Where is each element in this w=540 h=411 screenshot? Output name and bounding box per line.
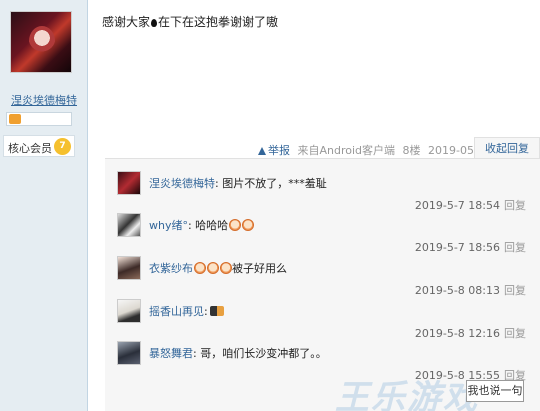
comment-username[interactable]: why绪° — [149, 219, 188, 232]
comment-item: why绪°: 哈哈哈 2019-5-7 18:56 回复 — [105, 213, 540, 257]
comment-username[interactable]: 暴怒舞君 — [149, 347, 193, 360]
droplet-icon — [151, 18, 158, 27]
comment-time-row: 2019-5-8 12:16 回复 — [415, 325, 526, 341]
comment-reply-link[interactable]: 回复 — [504, 241, 526, 254]
author-avatar[interactable] — [10, 11, 72, 73]
comment-reply-link[interactable]: 回复 — [504, 327, 526, 340]
comment-text: 被子好用么 — [232, 262, 287, 275]
comment-item: 摇香山再见: 2019-5-8 12:16 回复 — [105, 299, 540, 343]
comment-item: 衣紫纱布 被子好用么 2019-5-8 08:13 回复 — [105, 256, 540, 300]
medal-icon — [9, 114, 21, 124]
write-reply-button[interactable]: 我也说一句 — [466, 380, 524, 402]
comment-time: 2019-5-8 08:13 — [414, 284, 500, 297]
comment-line: 衣紫纱布 被子好用么 — [149, 260, 287, 276]
level-badge-icon: 7 — [54, 138, 71, 155]
comment-avatar[interactable] — [117, 341, 141, 365]
comment-line: 摇香山再见: — [149, 303, 224, 319]
comment-item: 涅炎埃德梅特: 图片不放了，***羞耻 2019-5-7 18:54 回复 — [105, 171, 540, 215]
comment-text: : — [204, 305, 208, 318]
comment-username[interactable]: 衣紫纱布 — [149, 262, 193, 275]
emoji-icon — [207, 262, 219, 274]
warning-icon — [258, 147, 266, 155]
emoji-icon — [242, 219, 255, 231]
emoji-icon — [194, 262, 206, 274]
user-group-box: 核心会员 7 — [3, 135, 75, 157]
post-content: 感谢大家 在下在这抱拳谢谢了嗷 — [102, 13, 278, 30]
comment-text: : 哥，咱们长沙变冲都了。。 — [193, 347, 327, 360]
author-username[interactable]: 涅炎埃德梅特 — [8, 92, 80, 108]
comment-avatar[interactable] — [117, 171, 141, 195]
comment-reply-link[interactable]: 回复 — [504, 199, 526, 212]
emoji-icon — [229, 219, 242, 231]
user-group-label: 核心会员 — [8, 142, 52, 155]
comment-line: why绪°: 哈哈哈 — [149, 217, 255, 233]
collapse-replies-button[interactable]: 收起回复 — [474, 137, 540, 159]
comment-reply-link[interactable]: 回复 — [504, 284, 526, 297]
post-source: 来自Android客户端 — [297, 144, 396, 157]
comment-line: 涅炎埃德梅特: 图片不放了，***羞耻 — [149, 175, 327, 191]
comment-time-row: 2019-5-8 08:13 回复 — [415, 282, 526, 298]
emoji-icon — [220, 262, 232, 274]
comment-username[interactable]: 涅炎埃德梅特 — [149, 177, 215, 190]
comment-time-row: 2019-5-7 18:56 回复 — [415, 239, 526, 255]
comment-time: 2019-5-8 12:16 — [414, 327, 500, 340]
comment-list: 涅炎埃德梅特: 图片不放了，***羞耻 2019-5-7 18:54 回复 why… — [105, 158, 540, 411]
comment-text: : 哈哈哈 — [187, 219, 229, 232]
comment-time-row: 2019-5-7 18:54 回复 — [415, 197, 526, 213]
sticker-icon — [209, 306, 224, 316]
report-link[interactable]: 举报 — [258, 144, 290, 157]
comment-avatar[interactable] — [117, 299, 141, 323]
comment-line: 暴怒舞君: 哥，咱们长沙变冲都了。。 — [149, 345, 327, 361]
comment-time: 2019-5-7 18:54 — [414, 199, 500, 212]
medal-bar — [6, 112, 72, 126]
post-floor: 8楼 — [402, 144, 421, 157]
author-sidebar: 涅炎埃德梅特 核心会员 7 — [0, 0, 88, 411]
post-text-end: 在下在这抱拳谢谢了嗷 — [158, 15, 279, 29]
comment-avatar[interactable] — [117, 213, 141, 237]
comment-avatar[interactable] — [117, 256, 141, 280]
comment-item: 暴怒舞君: 哥，咱们长沙变冲都了。。 2019-5-8 15:55 回复 — [105, 341, 540, 385]
comment-time: 2019-5-7 18:56 — [414, 241, 500, 254]
post-text-start: 感谢大家 — [102, 15, 151, 29]
comment-text: : 图片不放了，***羞耻 — [215, 177, 327, 190]
comment-username[interactable]: 摇香山再见 — [149, 305, 204, 318]
